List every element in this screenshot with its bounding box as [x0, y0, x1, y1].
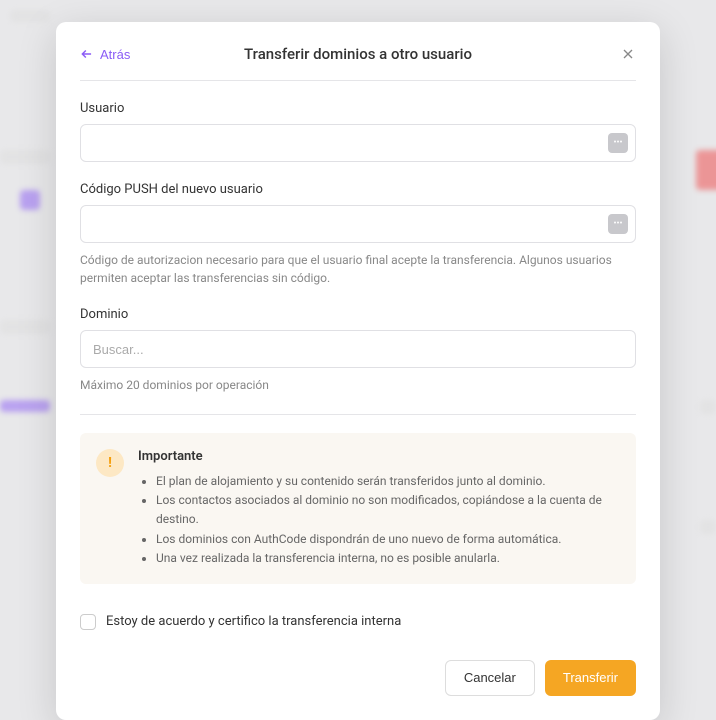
alert-item: El plan de alojamiento y su contenido se…: [156, 472, 620, 491]
push-code-autofill-icon[interactable]: [608, 214, 628, 234]
push-code-label: Código PUSH del nuevo usuario: [80, 182, 636, 197]
domain-search-input[interactable]: [80, 330, 636, 368]
close-button[interactable]: [620, 46, 636, 62]
transfer-button[interactable]: Transferir: [545, 660, 636, 696]
confirm-label: Estoy de acuerdo y certifico la transfer…: [106, 614, 401, 629]
transfer-domain-modal: Atrás Transferir dominios a otro usuario…: [56, 22, 660, 720]
domain-field-group: Dominio Máximo 20 dominios por operación: [80, 307, 636, 394]
user-input[interactable]: [80, 124, 636, 162]
important-alert: ! Importante El plan de alojamiento y su…: [80, 433, 636, 584]
modal-header: Atrás Transferir dominios a otro usuario: [80, 46, 636, 81]
cancel-button[interactable]: Cancelar: [445, 660, 535, 696]
push-code-helper: Código de autorizacion necesario para qu…: [80, 251, 636, 287]
domain-label: Dominio: [80, 307, 636, 322]
alert-title: Importante: [138, 449, 620, 464]
domain-helper: Máximo 20 dominios por operación: [80, 376, 636, 394]
alert-list: El plan de alojamiento y su contenido se…: [138, 472, 620, 568]
modal-footer: Cancelar Transferir: [80, 660, 636, 696]
warning-icon: !: [96, 449, 124, 477]
push-code-input[interactable]: [80, 205, 636, 243]
modal-title: Transferir dominios a otro usuario: [244, 45, 472, 63]
divider: [80, 414, 636, 415]
confirm-checkbox[interactable]: [80, 614, 96, 630]
confirm-row: Estoy de acuerdo y certifico la transfer…: [80, 614, 636, 630]
user-autofill-icon[interactable]: [608, 133, 628, 153]
user-field-group: Usuario: [80, 101, 636, 162]
alert-item: Los dominios con AuthCode dispondrán de …: [156, 530, 620, 549]
close-icon: [620, 46, 636, 62]
back-label: Atrás: [100, 47, 130, 62]
arrow-left-icon: [80, 47, 94, 61]
push-code-field-group: Código PUSH del nuevo usuario Código de …: [80, 182, 636, 287]
back-button[interactable]: Atrás: [80, 47, 130, 62]
alert-item: Una vez realizada la transferencia inter…: [156, 549, 620, 568]
alert-item: Los contactos asociados al dominio no so…: [156, 491, 620, 529]
user-label: Usuario: [80, 101, 636, 116]
